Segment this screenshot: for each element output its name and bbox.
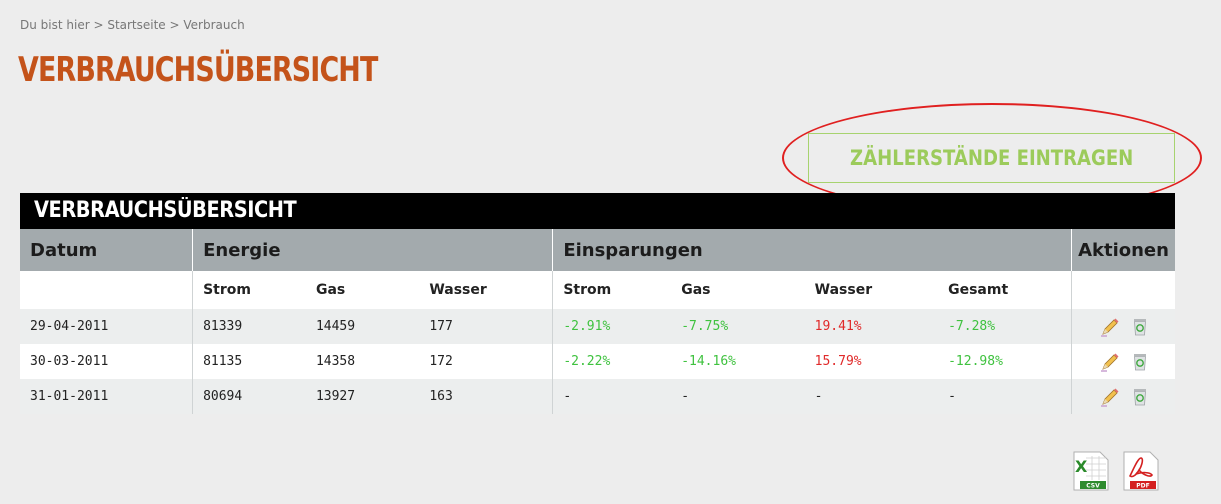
- cell-strom: 80694: [192, 379, 306, 414]
- header-einsparungen: Einsparungen: [552, 229, 1073, 271]
- header-energie: Energie: [192, 229, 554, 271]
- cell-datum: 30-03-2011: [20, 344, 193, 379]
- subheader-savings-gesamt: Gesamt: [938, 271, 1072, 309]
- edit-pencil-icon[interactable]: [1100, 352, 1120, 372]
- page-title: VERBRAUCHSÜBERSICHT: [18, 50, 378, 90]
- consumption-table: Datum Energie Einsparungen Aktionen Stro…: [20, 229, 1175, 414]
- cell-savings-gas: -: [671, 379, 805, 414]
- cell-actions: [1071, 344, 1175, 379]
- cell-actions: [1071, 309, 1175, 344]
- subheader-gas: Gas: [305, 271, 420, 309]
- enter-meter-readings-label: ZÄHLERSTÄNDE EINTRAGEN: [849, 146, 1134, 170]
- cell-datum: 31-01-2011: [20, 379, 193, 414]
- edit-pencil-icon[interactable]: [1100, 387, 1120, 407]
- subheader-savings-strom: Strom: [552, 271, 672, 309]
- cell-wasser: 163: [419, 379, 553, 414]
- table-caption: VERBRAUCHSÜBERSICHT: [20, 193, 1175, 229]
- cell-gas: 14459: [305, 309, 420, 344]
- cell-actions: [1071, 379, 1175, 414]
- export-buttons: X CSV PDF: [1070, 450, 1162, 492]
- cell-savings-gas: -7.75%: [671, 309, 805, 344]
- cell-savings-gesamt: -: [938, 379, 1072, 414]
- table-row: 30-03-2011 81135 14358 172 -2.22% -14.16…: [20, 344, 1175, 379]
- table-row: 31-01-2011 80694 13927 163 - - - -: [20, 379, 1175, 414]
- cell-gas: 14358: [305, 344, 420, 379]
- edit-pencil-icon[interactable]: [1100, 317, 1120, 337]
- enter-meter-readings-button[interactable]: ZÄHLERSTÄNDE EINTRAGEN: [808, 133, 1175, 183]
- recycle-bin-icon[interactable]: [1130, 387, 1150, 407]
- header-datum: Datum: [20, 229, 194, 271]
- cell-savings-strom: -2.91%: [552, 309, 672, 344]
- consumption-table-panel: VERBRAUCHSÜBERSICHT Datum Energie Einspa…: [20, 193, 1175, 414]
- cell-wasser: 177: [419, 309, 553, 344]
- subheader-empty: [20, 271, 193, 309]
- cell-savings-wasser: -: [804, 379, 939, 414]
- cell-savings-gas: -14.16%: [671, 344, 805, 379]
- csv-export-icon[interactable]: X CSV: [1070, 450, 1112, 492]
- cell-strom: 81135: [192, 344, 306, 379]
- table-caption-text: VERBRAUCHSÜBERSICHT: [34, 198, 297, 223]
- csv-label: CSV: [1086, 483, 1100, 490]
- cell-savings-strom: -: [552, 379, 672, 414]
- cell-wasser: 172: [419, 344, 553, 379]
- cell-strom: 81339: [192, 309, 306, 344]
- table-row: 29-04-2011 81339 14459 177 -2.91% -7.75%…: [20, 309, 1175, 344]
- cell-savings-wasser: 15.79%: [804, 344, 939, 379]
- subheader-wasser: Wasser: [419, 271, 553, 309]
- pdf-label: PDF: [1136, 483, 1149, 490]
- svg-text:X: X: [1075, 457, 1088, 476]
- breadcrumb: Du bist hier > Startseite > Verbrauch: [20, 18, 245, 32]
- subheader-strom: Strom: [192, 271, 306, 309]
- pdf-export-icon[interactable]: PDF: [1120, 450, 1162, 492]
- cell-savings-strom: -2.22%: [552, 344, 672, 379]
- subheader-actions-empty: [1071, 271, 1175, 309]
- recycle-bin-icon[interactable]: [1130, 352, 1150, 372]
- cell-savings-wasser: 19.41%: [804, 309, 939, 344]
- cell-gas: 13927: [305, 379, 420, 414]
- recycle-bin-icon[interactable]: [1130, 317, 1150, 337]
- cell-datum: 29-04-2011: [20, 309, 193, 344]
- subheader-savings-gas: Gas: [671, 271, 805, 309]
- cell-savings-gesamt: -12.98%: [938, 344, 1072, 379]
- header-aktionen: Aktionen: [1071, 229, 1175, 271]
- cell-savings-gesamt: -7.28%: [938, 309, 1072, 344]
- subheader-savings-wasser: Wasser: [804, 271, 939, 309]
